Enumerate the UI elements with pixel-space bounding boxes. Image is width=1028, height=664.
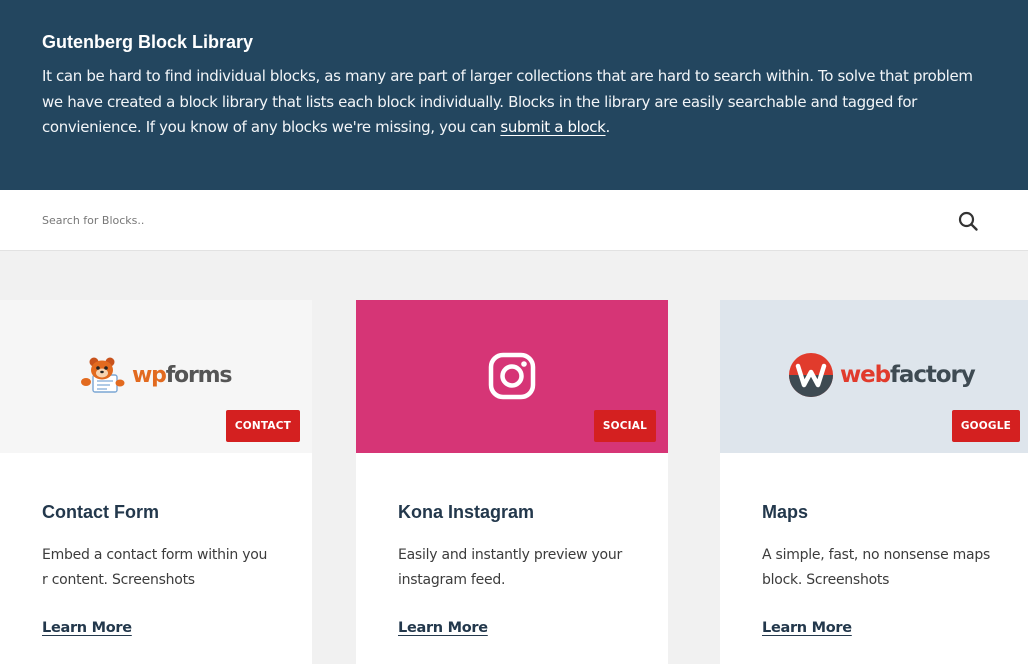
- card-title: Kona Instagram: [398, 502, 535, 522]
- card-description: Embed a contact form within your content…: [42, 547, 268, 588]
- card-media: wpforms CONTACT: [0, 300, 312, 453]
- search-button[interactable]: [955, 208, 981, 234]
- card-description: Easily and instantly preview your instag…: [398, 547, 623, 588]
- wpforms-bear-icon: [81, 357, 125, 393]
- learn-more-link[interactable]: Learn More: [42, 620, 132, 636]
- webfactory-wordmark: webfactory: [840, 362, 976, 388]
- webfactory-logo: webfactory: [788, 352, 976, 398]
- instagram-icon: [488, 352, 536, 400]
- wpforms-wordmark: wpforms: [132, 362, 232, 388]
- page-title: Gutenberg Block Library: [42, 32, 254, 52]
- category-badge-contact[interactable]: CONTACT: [225, 410, 300, 442]
- card-title: Contact Form: [42, 502, 159, 522]
- wpforms-logo: wpforms: [80, 356, 232, 394]
- block-card-contact-form: wpforms CONTACT Contact Form Embed a con…: [0, 300, 312, 664]
- block-card-kona-instagram: SOCIAL Kona Instagram Easily and instant…: [356, 300, 668, 664]
- card-description: A simple, fast, no nonsense maps block. …: [762, 547, 991, 588]
- category-badge-google[interactable]: GOOGLE: [951, 410, 1020, 442]
- hero-description: It can be hard to find individual blocks…: [42, 64, 992, 141]
- learn-more-link[interactable]: Learn More: [398, 620, 488, 636]
- block-card-maps: webfactory GOOGLE Maps A simple, fast, n…: [720, 300, 1028, 664]
- search-bar: [0, 190, 1028, 251]
- card-media: webfactory GOOGLE: [720, 300, 1028, 453]
- card-title: Maps: [762, 502, 809, 522]
- search-icon: [958, 211, 978, 231]
- hero-description-end: .: [605, 118, 611, 136]
- search-input[interactable]: [40, 208, 924, 232]
- submit-block-link[interactable]: submit a block: [500, 118, 605, 136]
- learn-more-link[interactable]: Learn More: [762, 620, 852, 636]
- hero-banner: Gutenberg Block Library It can be hard t…: [0, 0, 1028, 190]
- card-media: SOCIAL: [356, 300, 668, 453]
- category-badge-social[interactable]: SOCIAL: [593, 410, 656, 442]
- webfactory-logo-icon: [789, 353, 833, 397]
